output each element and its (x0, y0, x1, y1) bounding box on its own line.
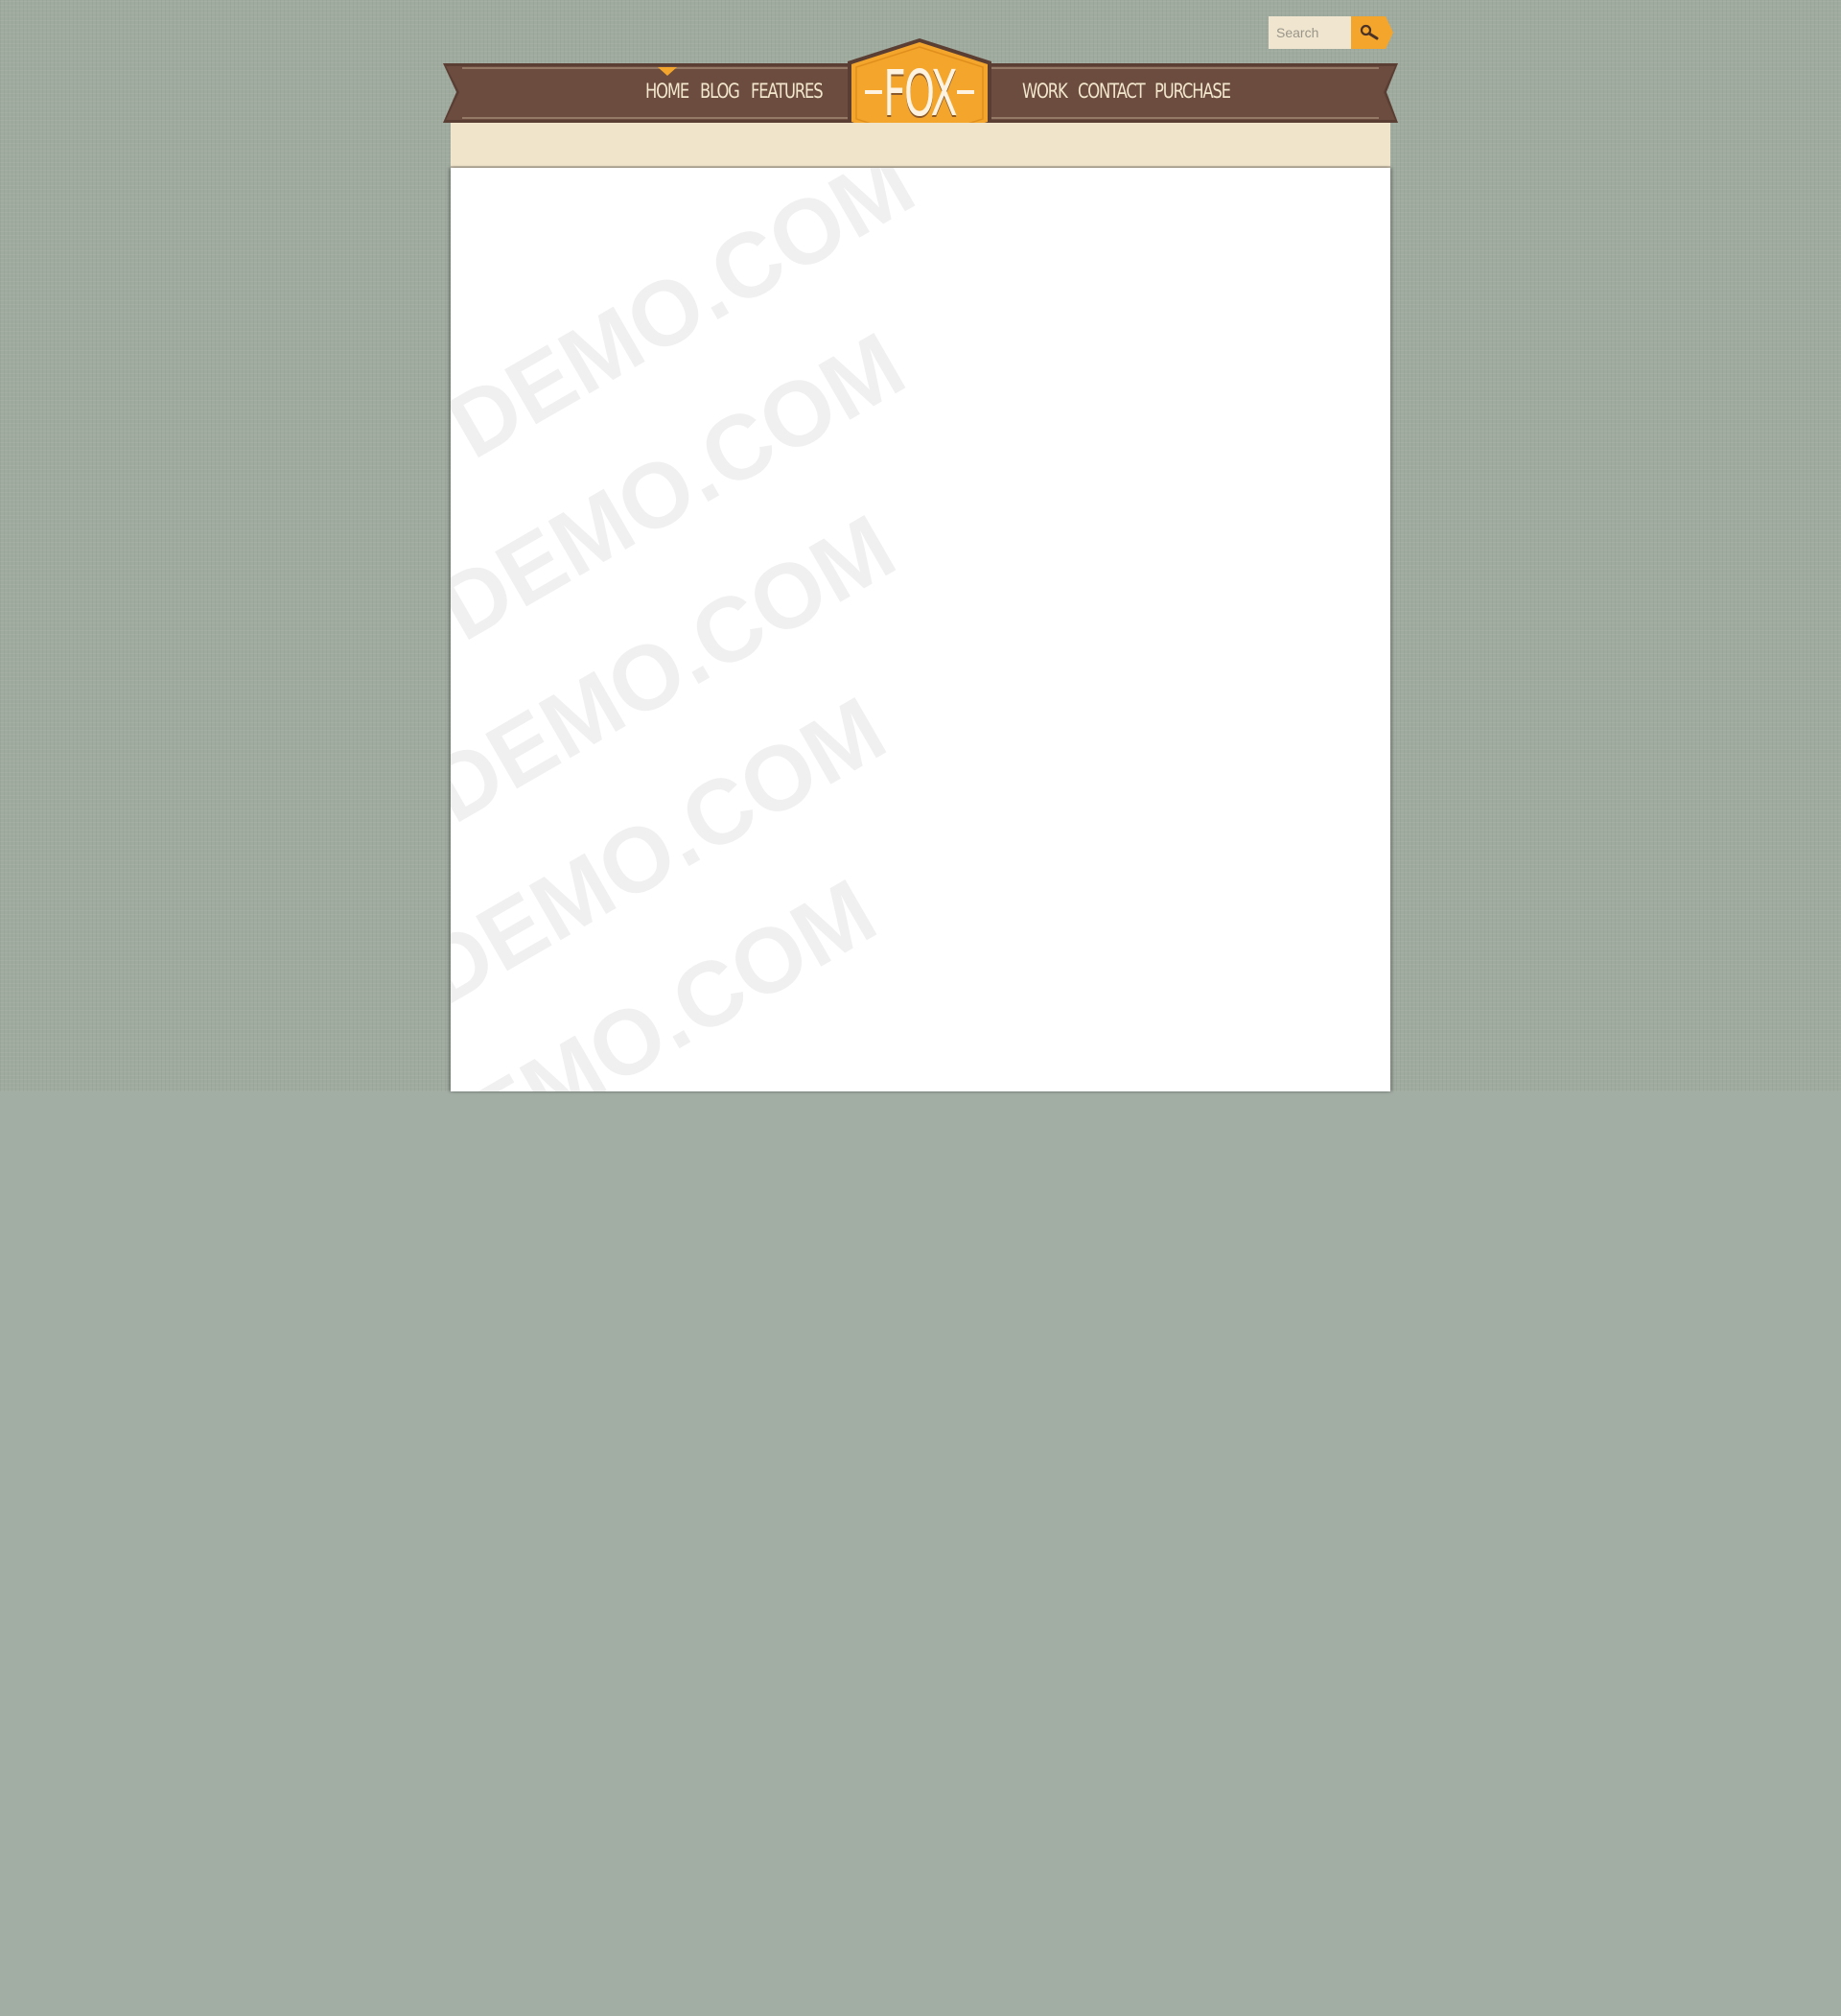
page-background-bottom (0, 1091, 1841, 2016)
nav-item-blog[interactable]: BLOG (700, 77, 740, 105)
sub-header-bar (451, 123, 1390, 168)
main-nav-right: WORK CONTACT PURCHASE (1022, 77, 1231, 105)
search-input[interactable] (1269, 16, 1351, 49)
nav-item-features[interactable]: FEATURES (751, 77, 824, 105)
search-button[interactable] (1351, 16, 1393, 49)
search-form (1269, 15, 1393, 50)
nav-item-purchase[interactable]: PURCHASE (1154, 77, 1231, 105)
nav-item-home[interactable]: HOME (645, 77, 689, 105)
active-indicator-icon (658, 67, 677, 76)
main-nav-left: HOME BLOG FEATURES (645, 77, 824, 105)
main-content: DEMO.COM DEMO.COM DEMO.COM DEMO.COM DEMO… (451, 168, 1390, 1091)
nav-item-work[interactable]: WORK (1022, 77, 1068, 105)
nav-item-contact[interactable]: CONTACT (1078, 77, 1146, 105)
